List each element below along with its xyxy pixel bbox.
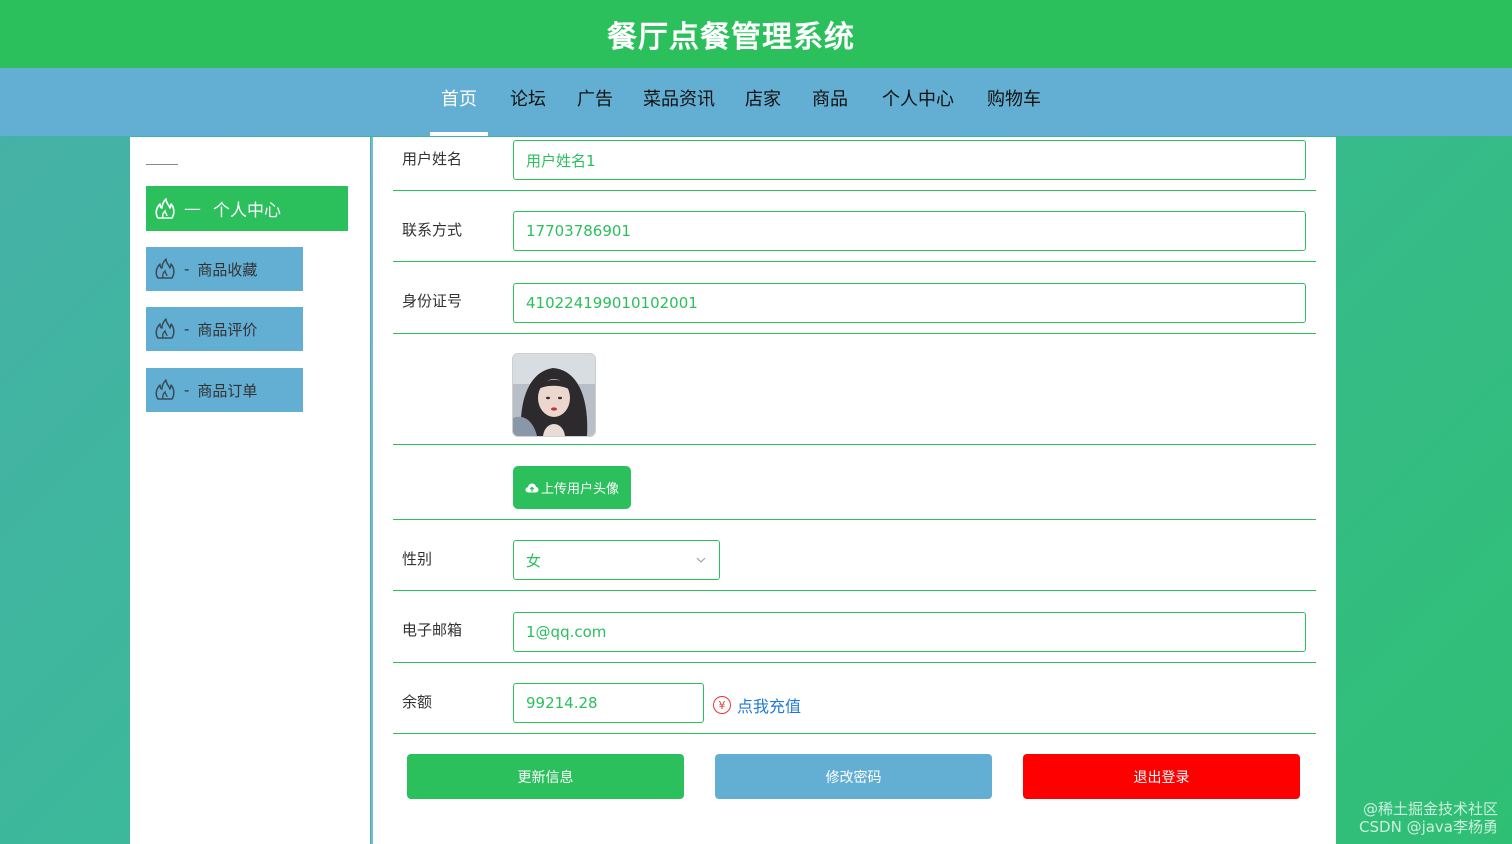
sidebar-item-separator: -	[184, 381, 190, 399]
email-input[interactable]: 1@qq.com	[513, 612, 1306, 652]
row-divider	[393, 590, 1316, 591]
row-divider	[393, 261, 1316, 262]
sidebar-item-separator: —	[184, 198, 201, 219]
row-divider	[393, 662, 1316, 663]
username-label: 用户姓名	[402, 150, 463, 168]
yen-icon: ¥	[713, 696, 731, 714]
sidebar-divider	[146, 164, 178, 165]
sidebar-item-label: 商品评价	[197, 320, 258, 339]
change-password-button[interactable]: 修改密码	[715, 754, 992, 799]
email-label: 电子邮箱	[402, 621, 463, 639]
nav-item-stores[interactable]: 店家	[744, 68, 782, 136]
flame-icon	[155, 379, 175, 400]
app-title: 餐厅点餐管理系统	[607, 20, 855, 55]
sidebar-item-label: 个人中心	[213, 201, 281, 221]
sidebar-item-favorites[interactable]: - 商品收藏	[146, 247, 303, 291]
flame-icon	[155, 258, 175, 279]
sidebar-item-separator: -	[184, 320, 190, 338]
row-divider	[393, 519, 1316, 520]
nav-item-personal-center[interactable]: 个人中心	[880, 68, 956, 136]
sidebar-item-orders[interactable]: - 商品订单	[146, 368, 303, 412]
sidebar-item-personal-center[interactable]: — 个人中心	[146, 186, 348, 231]
main-nav: 首页 论坛 广告 菜品资讯 店家 商品 个人中心 购物车	[0, 68, 1512, 136]
nav-item-home[interactable]: 首页	[430, 68, 488, 136]
nav-item-dish-news[interactable]: 菜品资讯	[642, 68, 716, 136]
phone-label: 联系方式	[402, 221, 463, 239]
sidebar: — 个人中心 - 商品收藏 - 商品评价 - 商品订单	[130, 137, 370, 844]
logout-button[interactable]: 退出登录	[1023, 754, 1300, 799]
nav-item-cart[interactable]: 购物车	[986, 68, 1042, 136]
nav-item-products[interactable]: 商品	[811, 68, 849, 136]
update-info-button[interactable]: 更新信息	[407, 754, 684, 799]
sidebar-item-label: 商品订单	[197, 381, 258, 400]
username-input[interactable]: 用户姓名1	[513, 140, 1306, 180]
gender-label: 性别	[402, 550, 433, 568]
watermark-line-1: @稀土掘金技术社区	[1362, 800, 1498, 818]
upload-avatar-label: 上传用户头像	[540, 482, 619, 497]
profile-form: 用户姓名 用户姓名1 联系方式 17703786901 身份证号 4102241…	[373, 137, 1336, 844]
chevron-down-icon	[696, 557, 706, 563]
recharge-label: 点我充值	[737, 697, 802, 716]
sidebar-item-reviews[interactable]: - 商品评价	[146, 307, 303, 351]
sidebar-item-label: 商品收藏	[197, 260, 258, 279]
watermark-line-2: CSDN @java李杨勇	[1359, 818, 1498, 836]
nav-item-ads[interactable]: 广告	[576, 68, 614, 136]
id-card-label: 身份证号	[402, 292, 463, 310]
user-avatar	[512, 353, 596, 437]
row-divider	[393, 733, 1316, 734]
row-divider	[393, 444, 1316, 445]
row-divider	[393, 190, 1316, 191]
flame-icon	[155, 197, 175, 219]
recharge-link[interactable]: ¥ 点我充值	[713, 693, 801, 717]
sidebar-item-separator: -	[184, 260, 190, 278]
watermark: @稀土掘金技术社区 CSDN @java李杨勇	[1359, 800, 1498, 836]
id-card-input[interactable]: 410224199010102001	[513, 283, 1306, 323]
nav-item-forum[interactable]: 论坛	[509, 68, 547, 136]
row-divider	[393, 333, 1316, 334]
gender-select[interactable]: 女	[513, 540, 720, 580]
flame-icon	[155, 318, 175, 339]
avatar-image	[513, 354, 595, 436]
phone-input[interactable]: 17703786901	[513, 211, 1306, 251]
upload-avatar-button[interactable]: 上传用户头像	[513, 466, 631, 509]
balance-label: 余额	[402, 693, 433, 711]
balance-input[interactable]: 99214.28	[513, 683, 704, 723]
cloud-upload-icon	[525, 483, 539, 492]
gender-select-value: 女	[526, 551, 542, 570]
top-header: 餐厅点餐管理系统	[0, 0, 1512, 68]
